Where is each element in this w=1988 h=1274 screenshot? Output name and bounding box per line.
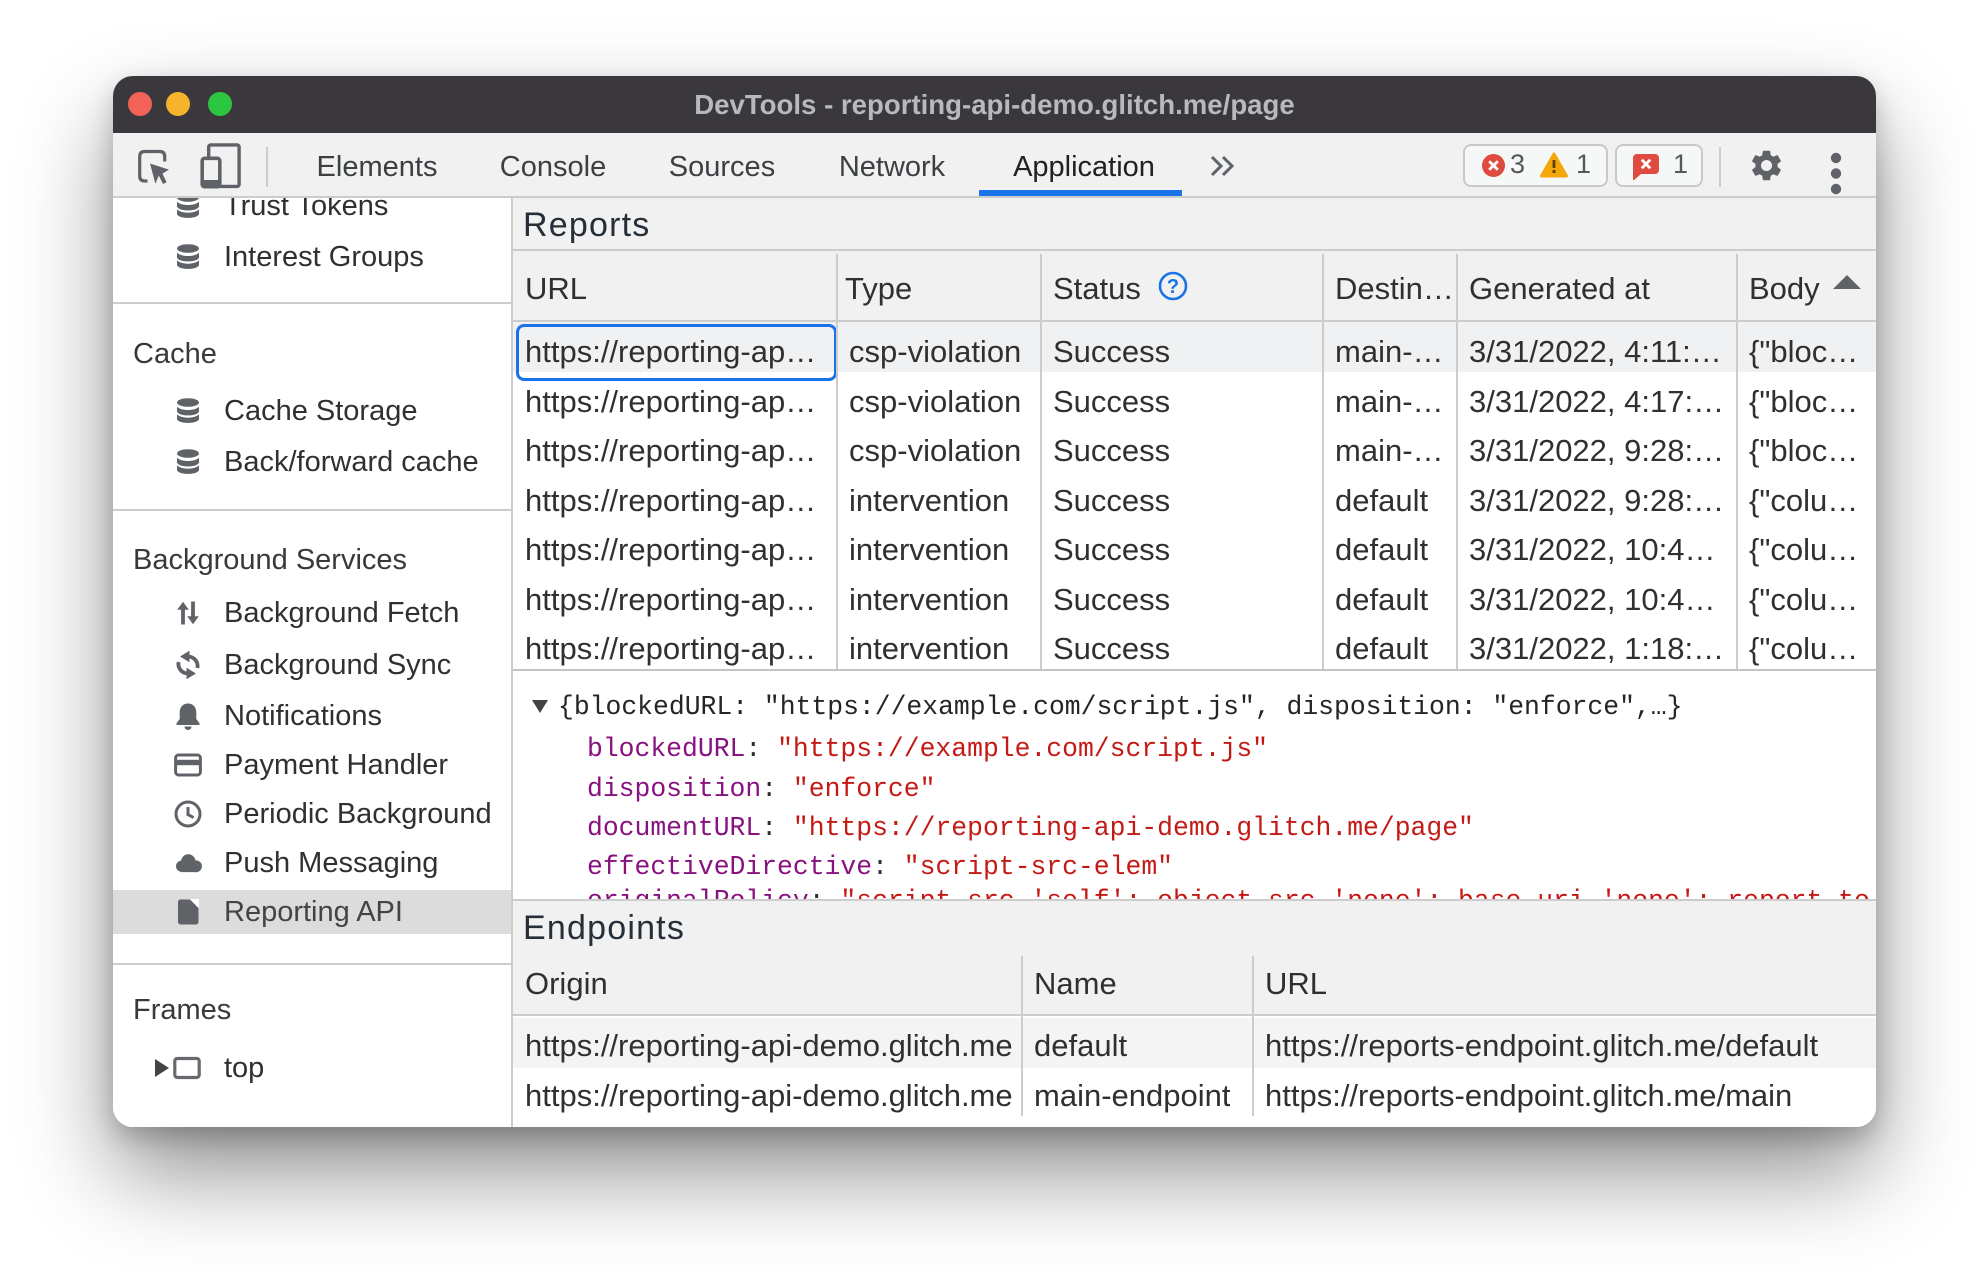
svg-text:?: ? <box>1167 276 1179 298</box>
